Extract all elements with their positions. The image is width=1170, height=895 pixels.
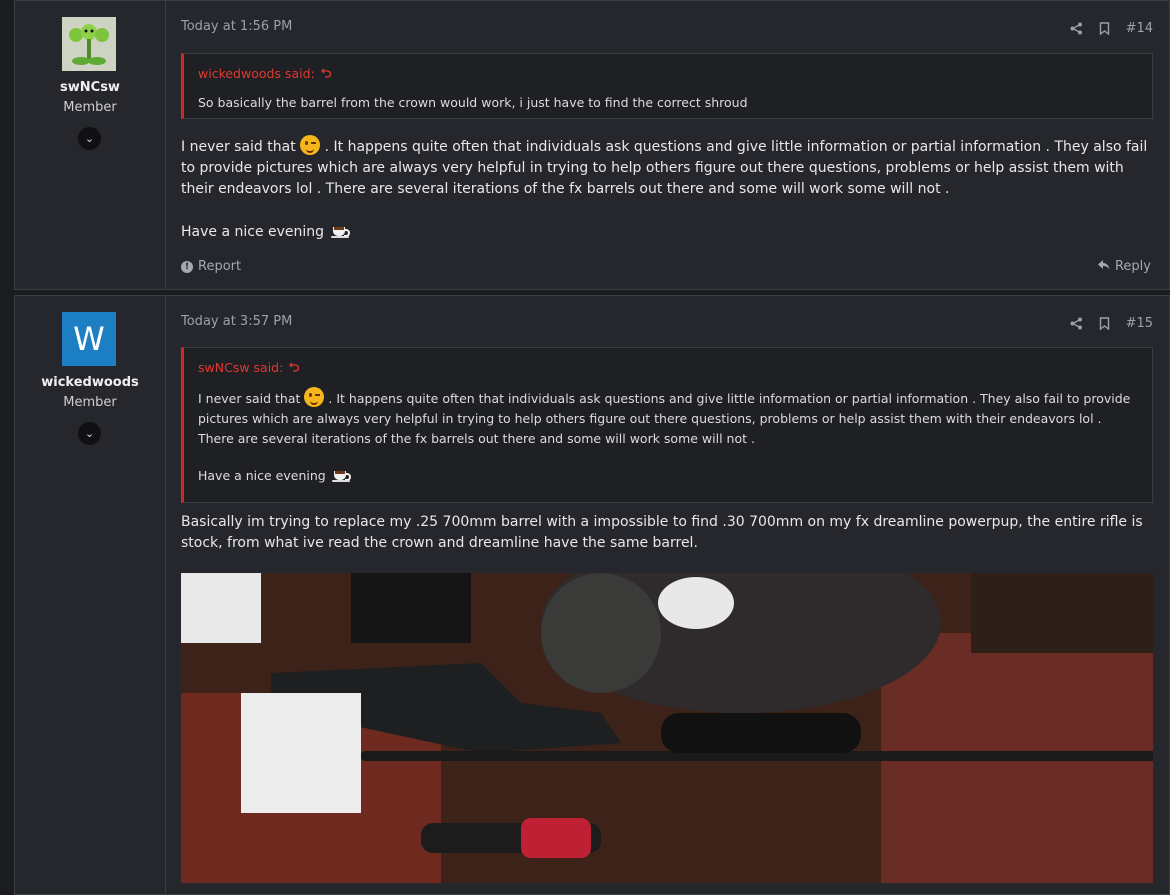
username[interactable]: wickedwoods (15, 375, 165, 390)
post-tools: #14 (1070, 21, 1153, 36)
message-closing: Have a nice evening (181, 224, 325, 240)
reply-button[interactable]: Reply (1097, 259, 1151, 274)
chevron-down-icon[interactable]: ⌄ (78, 422, 101, 445)
chevron-down-icon[interactable]: ⌄ (78, 127, 101, 150)
coffee-emoji (331, 468, 351, 482)
bookmark-icon[interactable] (1099, 317, 1110, 330)
quote-header[interactable]: swNCsw said: (198, 360, 1138, 375)
quote-closing: Have a nice evening (198, 468, 326, 483)
wink-emoji (300, 135, 321, 155)
report-link[interactable]: ! Report (181, 259, 241, 274)
bookmark-icon[interactable] (1099, 22, 1110, 35)
wink-emoji (304, 387, 325, 407)
coffee-emoji (330, 224, 350, 238)
user-role: Member (63, 395, 117, 410)
post-15: W wickedwoods Member ⌄ Today at 3:57 PM … (14, 295, 1170, 895)
user-panel: W wickedwoods Member ⌄ (15, 296, 166, 894)
post-message: Basically im trying to replace my .25 70… (181, 514, 1143, 551)
report-label: Report (198, 259, 242, 274)
undo-arrow-icon[interactable] (320, 66, 332, 81)
post-time[interactable]: Today at 3:57 PM (181, 314, 292, 329)
quote-text-prefix: I never said that (198, 391, 301, 406)
quote-block: wickedwoods said: So basically the barre… (181, 53, 1153, 119)
reply-icon (1097, 259, 1110, 274)
quote-author[interactable]: swNCsw said: (198, 360, 283, 375)
undo-arrow-icon[interactable] (289, 360, 300, 375)
quote-text-rest: . It happens quite often that individual… (198, 391, 1131, 446)
message-text-rest: . It happens quite often that individual… (181, 139, 1148, 197)
post-number[interactable]: #15 (1126, 316, 1153, 331)
message-text-prefix: I never said that (181, 139, 296, 155)
quote-text: I never said that . It happens quite oft… (198, 387, 1138, 486)
user-role: Member (63, 100, 117, 115)
user-panel: swNCsw Member ⌄ (15, 1, 166, 289)
post-message: I never said that . It happens quite oft… (181, 135, 1157, 243)
attached-photo[interactable] (181, 573, 1153, 883)
post-time[interactable]: Today at 1:56 PM (181, 19, 292, 34)
post-tools: #15 (1070, 316, 1153, 331)
share-icon[interactable] (1070, 317, 1083, 330)
reply-label: Reply (1114, 259, 1151, 274)
quote-text: So basically the barrel from the crown w… (198, 95, 748, 110)
post-content: Today at 3:57 PM #15 swNCsw said: I neve… (165, 296, 1169, 894)
report-icon: ! (181, 260, 193, 273)
post-content: Today at 1:56 PM #14 wickedwoods said: S… (165, 1, 1169, 289)
post-number[interactable]: #14 (1126, 21, 1153, 36)
post-14: swNCsw Member ⌄ Today at 1:56 PM #14 wic… (14, 0, 1170, 290)
user-avatar[interactable]: W (62, 312, 116, 366)
share-icon[interactable] (1070, 22, 1083, 35)
user-avatar[interactable] (62, 17, 116, 71)
quote-header[interactable]: wickedwoods said: (198, 66, 1138, 81)
username[interactable]: swNCsw (15, 80, 165, 95)
quote-block: swNCsw said: I never said that . It happ… (181, 347, 1153, 503)
quote-author[interactable]: wickedwoods said: (198, 66, 315, 81)
